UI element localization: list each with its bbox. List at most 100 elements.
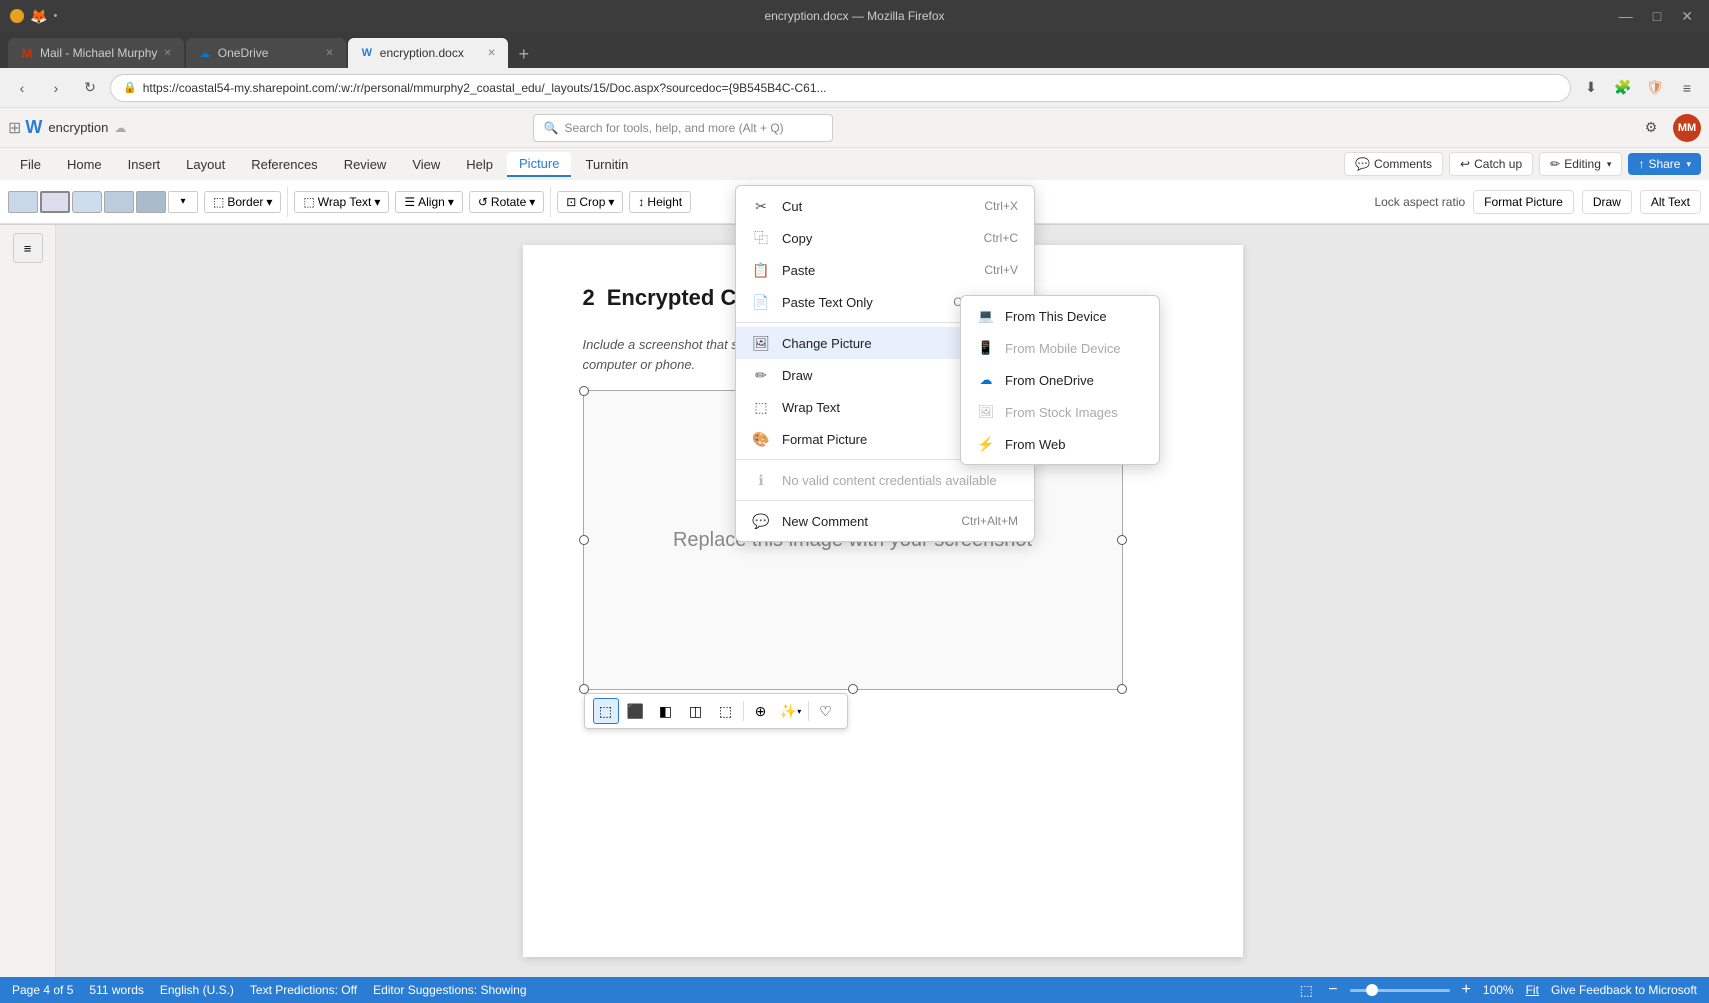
rotate-btn[interactable]: ↺ Rotate ▾ bbox=[469, 191, 544, 213]
ribbon-tab-turnitin[interactable]: Turnitin bbox=[573, 153, 640, 176]
back-button[interactable]: ‹ bbox=[8, 74, 36, 102]
ribbon-tab-insert[interactable]: Insert bbox=[116, 153, 173, 176]
editing-label: Editing bbox=[1564, 157, 1601, 171]
tab-onedrive[interactable]: ☁ OneDrive ✕ bbox=[186, 38, 346, 68]
tab-onedrive-close[interactable]: ✕ bbox=[325, 48, 333, 59]
editing-chevron: ▾ bbox=[1607, 159, 1612, 170]
user-avatar[interactable]: MM bbox=[1673, 114, 1701, 142]
zoom-plus-btn[interactable]: + bbox=[1462, 981, 1471, 999]
onedrive-tab-icon: ☁ bbox=[198, 46, 212, 60]
height-btn[interactable]: ↕ Height bbox=[629, 191, 691, 213]
format-picture-btn[interactable]: Format Picture bbox=[1473, 190, 1574, 214]
address-bar[interactable]: 🔒 https://coastal54-my.sharepoint.com/:w… bbox=[110, 74, 1571, 102]
ribbon-tab-help[interactable]: Help bbox=[454, 153, 505, 176]
share-btn[interactable]: ↑ Share ▾ bbox=[1628, 153, 1701, 175]
submenu-from-onedrive[interactable]: ☁ From OneDrive bbox=[961, 364, 1159, 396]
word-count: 511 words bbox=[89, 983, 143, 997]
word-search-bar[interactable]: 🔍 Search for tools, help, and more (Alt … bbox=[533, 114, 833, 142]
copy-doc-icon[interactable]: ⬚ bbox=[1296, 980, 1316, 1000]
settings-btn[interactable]: ≡ bbox=[1673, 74, 1701, 102]
crop-btn[interactable]: ⊡ Crop ▾ bbox=[557, 191, 623, 213]
tab-mail-close[interactable]: ✕ bbox=[163, 48, 171, 59]
forward-button[interactable]: › bbox=[42, 74, 70, 102]
close-btn[interactable]: ✕ bbox=[1675, 6, 1699, 27]
ribbon-tab-home[interactable]: Home bbox=[55, 153, 114, 176]
tab-mail-label: Mail - Michael Murphy bbox=[40, 46, 157, 60]
lock-icon: 🔒 bbox=[123, 81, 137, 94]
ribbon-tab-references[interactable]: References bbox=[239, 153, 329, 176]
editing-btn[interactable]: ✏ Editing ▾ bbox=[1539, 152, 1622, 176]
apps-grid-icon[interactable]: ⊞ bbox=[8, 118, 21, 138]
submenu-from-stock: 🖼 From Stock Images bbox=[961, 396, 1159, 428]
submenu-from-mobile: 📱 From Mobile Device bbox=[961, 332, 1159, 364]
resize-handle-bc[interactable] bbox=[848, 684, 858, 694]
float-layout-btn-2[interactable]: ⬛ bbox=[623, 698, 649, 724]
crop-icon: ⊡ bbox=[566, 195, 576, 209]
minimize-btn[interactable]: — bbox=[1613, 6, 1639, 27]
zoom-minus-btn[interactable]: − bbox=[1328, 981, 1337, 999]
border-chevron: ▾ bbox=[266, 195, 272, 209]
resize-handle-ml[interactable] bbox=[579, 535, 589, 545]
onedrive-icon: ☁ bbox=[977, 371, 995, 389]
maximize-btn[interactable]: □ bbox=[1647, 6, 1667, 27]
float-layout-btn-3[interactable]: ◧ bbox=[653, 698, 679, 724]
tab-mail[interactable]: M Mail - Michael Murphy ✕ bbox=[8, 38, 184, 68]
border-btn[interactable]: ⬚ Border ▾ bbox=[204, 191, 281, 213]
float-alt-btn[interactable]: ♡ bbox=[813, 698, 839, 724]
pic-style-4[interactable] bbox=[104, 191, 134, 213]
ctx-no-credentials: ℹ No valid content credentials available bbox=[736, 464, 1034, 496]
new-tab-btn[interactable]: + bbox=[510, 40, 538, 68]
float-layout-btn-5[interactable]: ⬚ bbox=[713, 698, 739, 724]
refresh-button[interactable]: ↻ bbox=[76, 74, 104, 102]
shield-icon[interactable]: 🛡 bbox=[1641, 74, 1669, 102]
word-logo: W bbox=[25, 117, 42, 138]
pic-style-more-btn[interactable]: ▾ bbox=[168, 191, 198, 213]
pic-style-3[interactable] bbox=[72, 191, 102, 213]
comments-btn[interactable]: 💬 Comments bbox=[1344, 152, 1443, 176]
feedback-label[interactable]: Give Feedback to Microsoft bbox=[1551, 983, 1697, 997]
align-btn[interactable]: ☰ Align ▾ bbox=[395, 191, 462, 213]
ribbon-tab-layout[interactable]: Layout bbox=[174, 153, 237, 176]
pic-style-2[interactable] bbox=[40, 191, 70, 213]
zoom-slider[interactable] bbox=[1350, 989, 1450, 992]
pic-style-5[interactable] bbox=[136, 191, 166, 213]
sidebar-panel-btn[interactable]: ≡ bbox=[13, 233, 43, 263]
settings-gear-icon[interactable]: ⚙ bbox=[1637, 114, 1665, 142]
tab-encryption-close[interactable]: ✕ bbox=[487, 48, 495, 59]
float-layout-btn-4[interactable]: ◫ bbox=[683, 698, 709, 724]
ribbon-tab-review[interactable]: Review bbox=[332, 153, 399, 176]
resize-handle-tl[interactable] bbox=[579, 386, 589, 396]
ribbon-tab-file[interactable]: File bbox=[8, 153, 53, 176]
wrap-text-btn[interactable]: ⬚ Wrap Text ▾ bbox=[294, 191, 389, 213]
alt-text-btn[interactable]: Alt Text bbox=[1640, 190, 1701, 214]
ctx-cut[interactable]: ✂ Cut Ctrl+X bbox=[736, 190, 1034, 222]
download-btn[interactable]: ⬇ bbox=[1577, 74, 1605, 102]
submenu-from-mobile-label: From Mobile Device bbox=[1005, 341, 1121, 356]
search-placeholder: Search for tools, help, and more (Alt + … bbox=[565, 121, 784, 135]
crop-label: Crop bbox=[579, 195, 605, 209]
fit-label[interactable]: Fit bbox=[1526, 983, 1539, 997]
ctx-copy[interactable]: ⿻ Copy Ctrl+C bbox=[736, 222, 1034, 254]
ctx-paste[interactable]: 📋 Paste Ctrl+V bbox=[736, 254, 1034, 286]
ribbon-tab-view[interactable]: View bbox=[400, 153, 452, 176]
share-icon: ↑ bbox=[1638, 157, 1644, 171]
submenu-from-device[interactable]: 💻 From This Device bbox=[961, 300, 1159, 332]
tab-encryption[interactable]: W encryption.docx ✕ bbox=[348, 38, 508, 68]
float-position-btn[interactable]: ⊕ bbox=[748, 698, 774, 724]
float-effects-btn[interactable]: ✨▾ bbox=[778, 698, 804, 724]
extensions-btn[interactable]: 🧩 bbox=[1609, 74, 1637, 102]
format-picture-ctx-icon: 🎨 bbox=[752, 430, 770, 448]
submenu-from-web-label: From Web bbox=[1005, 437, 1065, 452]
ribbon-tab-picture[interactable]: Picture bbox=[507, 152, 571, 177]
device-icon: 💻 bbox=[977, 307, 995, 325]
catchup-btn[interactable]: ↩ Catch up bbox=[1449, 152, 1533, 176]
resize-handle-br[interactable] bbox=[1117, 684, 1127, 694]
statusbar: Page 4 of 5 511 words English (U.S.) Tex… bbox=[0, 977, 1709, 1003]
float-layout-btn-1[interactable]: ⬚ bbox=[593, 698, 619, 724]
resize-handle-mr[interactable] bbox=[1117, 535, 1127, 545]
ctx-new-comment[interactable]: 💬 New Comment Ctrl+Alt+M bbox=[736, 505, 1034, 537]
draw-ribbon-btn[interactable]: Draw bbox=[1582, 190, 1632, 214]
pic-style-1[interactable] bbox=[8, 191, 38, 213]
submenu-from-web[interactable]: ⚡ From Web bbox=[961, 428, 1159, 460]
catchup-label: Catch up bbox=[1474, 157, 1522, 171]
